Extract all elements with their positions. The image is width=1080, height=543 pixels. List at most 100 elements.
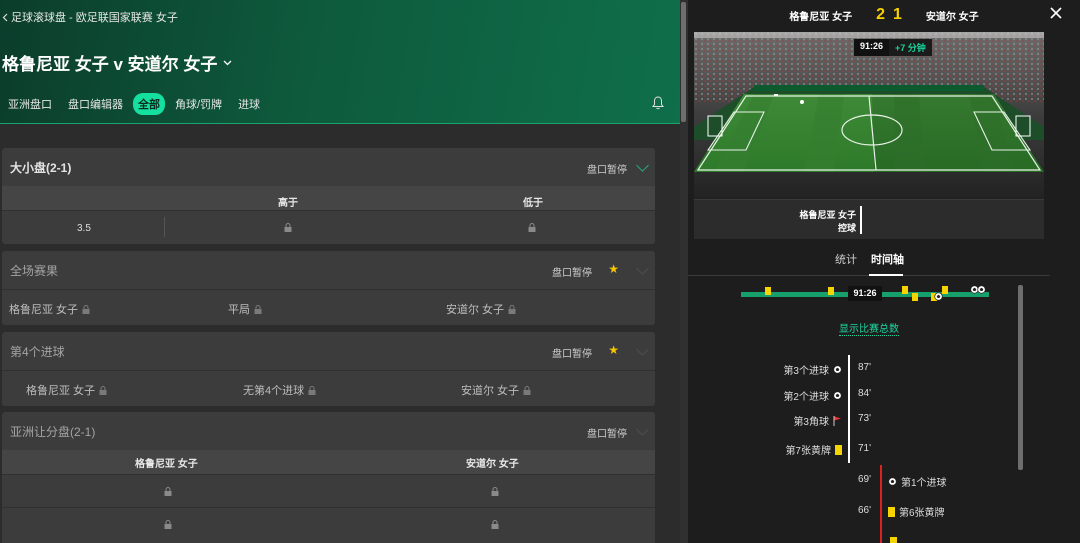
event-minute: 87': [858, 362, 872, 373]
selection-away[interactable]: 安道尔 女子: [446, 301, 516, 317]
match-title-text: 格鲁尼亚 女子 v 安道尔 女子: [2, 55, 218, 74]
markets-column: 足球滚球盘 - 欧足联国家联赛 女子 格鲁尼亚 女子 v 安道尔 女子 亚洲盘口…: [0, 0, 680, 543]
column-home: 格鲁尼亚 女子: [135, 459, 198, 470]
column-away: 安道尔 女子: [466, 459, 519, 470]
yellow-card-marker: [912, 293, 918, 301]
market-asian-handicap: 亚洲让分盘(2-1) 盘口暂停 格鲁尼亚 女子 安道尔 女子: [2, 412, 655, 543]
lock-icon: [523, 385, 531, 395]
market-title: 大小盘(2-1): [10, 160, 72, 175]
market-title: 亚洲让分盘(2-1): [10, 424, 96, 439]
scrollbar-thumb[interactable]: [681, 2, 686, 122]
star-icon[interactable]: ★: [608, 262, 619, 276]
home-score: 2: [876, 6, 885, 23]
market-header[interactable]: 第4个进球 盘口暂停 ★: [2, 332, 655, 370]
chevron-down-icon: [636, 262, 649, 275]
market-fourth-goal: 第4个进球 盘口暂停 ★ 格鲁尼亚 女子 无第4个进球 安道尔 女子: [2, 332, 655, 406]
event-marker: [860, 206, 862, 234]
suspended-label: 盘口暂停: [587, 165, 627, 176]
lock-icon: [508, 304, 516, 314]
yellow-card-icon: [890, 537, 897, 543]
tracker-tabs: 统计 时间轴: [688, 248, 1050, 276]
tab-timeline[interactable]: 时间轴: [871, 251, 904, 267]
market-title: 第4个进球: [10, 344, 65, 359]
selection-no-goal[interactable]: 无第4个进球: [243, 382, 316, 398]
yellow-card-icon: [888, 506, 895, 517]
market-row: 3.5: [2, 210, 655, 244]
column-over: 高于: [278, 198, 298, 209]
lock-icon: [491, 487, 499, 496]
market-header[interactable]: 亚洲让分盘(2-1) 盘口暂停: [2, 412, 655, 450]
app-root: 足球滚球盘 - 欧足联国家联赛 女子 格鲁尼亚 女子 v 安道尔 女子 亚洲盘口…: [0, 0, 1080, 543]
chevron-down-icon: [636, 423, 649, 436]
tab-goals[interactable]: 进球: [232, 93, 266, 115]
chevron-down-icon: [636, 343, 649, 356]
market-header[interactable]: 全场赛果 盘口暂停 ★: [2, 251, 655, 289]
football-icon: [833, 365, 842, 374]
pitch-visualisation: 91:26 +7 分钟: [694, 32, 1044, 199]
breadcrumb[interactable]: 足球滚球盘 - 欧足联国家联赛 女子: [2, 9, 178, 25]
yellow-card-marker: [902, 286, 908, 294]
tab-corners-cards[interactable]: 角球/罚牌: [169, 93, 228, 115]
timeline-event: 第3个进球: [783, 362, 842, 377]
suspended-label: 盘口暂停: [552, 268, 592, 279]
event-minute: 71': [858, 443, 872, 454]
timeline-axis-home: [848, 355, 850, 463]
timeline-current-time: 91:26: [848, 286, 882, 301]
active-tab-indicator: [869, 274, 903, 276]
timeline-event: 第1个进球: [888, 474, 947, 489]
tab-bet-builder[interactable]: 盘口编辑器: [62, 93, 129, 115]
current-event: 格鲁尼亚 女子 控球: [694, 199, 1044, 239]
market-header[interactable]: 大小盘(2-1) 盘口暂停: [2, 148, 655, 186]
current-event-text: 格鲁尼亚 女子 控球: [799, 209, 856, 235]
yellow-card-icon: [835, 444, 842, 455]
chevron-down-icon: [223, 60, 232, 65]
divider: [164, 217, 165, 237]
selection-home[interactable]: 格鲁尼亚 女子: [26, 382, 107, 398]
bell-icon[interactable]: [652, 96, 664, 110]
tab-asian-lines[interactable]: 亚洲盘口: [2, 93, 58, 115]
selection-away[interactable]: 安道尔 女子: [461, 382, 531, 398]
match-clock: 91:26 +7 分钟: [854, 39, 932, 56]
away-team-name: 安道尔 女子: [925, 11, 979, 23]
market-row: 格鲁尼亚 女子 无第4个进球 安道尔 女子: [2, 370, 655, 404]
corner-flag-icon: [833, 415, 841, 426]
show-match-totals-link[interactable]: 显示比赛总数: [688, 320, 1050, 336]
markets-scrollbar[interactable]: [680, 0, 688, 543]
football-icon: [977, 285, 986, 294]
selection-draw[interactable]: 平局: [228, 301, 262, 317]
market-full-time: 全场赛果 盘口暂停 ★ 格鲁尼亚 女子 平局 安道尔 女子: [2, 251, 655, 325]
match-title[interactable]: 格鲁尼亚 女子 v 安道尔 女子: [2, 50, 232, 75]
event-minute: 66': [858, 505, 872, 516]
lock-icon: [164, 487, 172, 496]
selection-home[interactable]: 格鲁尼亚 女子: [9, 301, 90, 317]
football-icon: [934, 292, 943, 301]
event-minute: 69': [858, 474, 872, 485]
football-icon: [888, 477, 897, 486]
stadium-graphic: [694, 32, 1044, 199]
lock-icon: [99, 385, 107, 395]
home-team-name: 格鲁尼亚 女子: [789, 11, 853, 23]
close-icon[interactable]: [1050, 7, 1062, 19]
breadcrumb-text: 足球滚球盘 - 欧足联国家联赛 女子: [11, 12, 178, 24]
tab-stats[interactable]: 统计: [835, 251, 857, 267]
market-row: [2, 507, 655, 540]
football-icon: [833, 391, 842, 400]
market-column-header: 格鲁尼亚 女子 安道尔 女子: [2, 450, 655, 474]
timeline-scrollbar[interactable]: [1018, 285, 1023, 470]
yellow-card-marker: [765, 287, 771, 295]
tab-all[interactable]: 全部: [133, 93, 165, 115]
lock-icon: [528, 223, 536, 232]
market-row: [2, 474, 655, 507]
suspended-label: 盘口暂停: [552, 349, 592, 360]
market-column-header: 高于 低于: [2, 186, 655, 210]
lock-icon: [284, 223, 292, 232]
market-row: 格鲁尼亚 女子 平局 安道尔 女子: [2, 289, 655, 323]
star-icon[interactable]: ★: [608, 343, 619, 357]
lock-icon: [491, 520, 499, 529]
lock-icon: [308, 385, 316, 395]
yellow-card-marker: [828, 287, 834, 295]
event-action: 控球: [837, 223, 856, 233]
timeline-event: 第6张黄牌: [888, 504, 945, 519]
suspended-label: 盘口暂停: [587, 429, 627, 440]
timeline-event: 第7张黄牌: [785, 442, 842, 457]
